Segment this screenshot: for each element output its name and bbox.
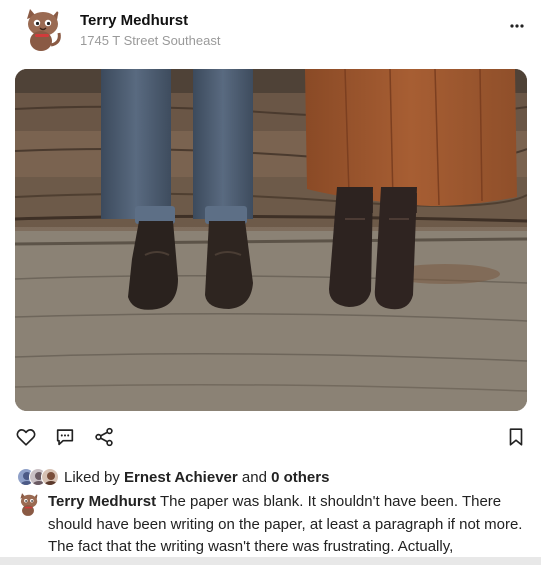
comment-icon: [56, 429, 74, 446]
caption-author-avatar[interactable]: [15, 491, 41, 517]
likes-others-link[interactable]: 0 others: [271, 469, 329, 486]
post-actions: [0, 424, 541, 452]
liker-name-link[interactable]: Ernest Achiever: [124, 469, 238, 486]
caption-author-name[interactable]: Terry Medhurst: [48, 493, 156, 510]
post-header: Terry Medhurst 1745 T Street Southeast: [0, 0, 541, 62]
liker-avatars[interactable]: [17, 467, 62, 487]
save-button[interactable]: [503, 424, 529, 450]
share-button[interactable]: [91, 424, 117, 450]
likes-text: Liked by Ernest Achiever and 0 others: [64, 469, 329, 486]
heart-icon: [16, 429, 36, 446]
comment-button[interactable]: [52, 424, 78, 450]
like-button[interactable]: [13, 424, 39, 450]
more-horizontal-icon: [510, 24, 524, 28]
likes-prefix: Liked by: [64, 468, 120, 486]
likes-joiner: and: [241, 468, 267, 486]
caption-text: Terry Medhurst The paper was blank. It s…: [48, 491, 541, 559]
avatar: [41, 468, 59, 486]
author-name[interactable]: Terry Medhurst: [80, 12, 188, 29]
more-options-button[interactable]: [507, 16, 527, 36]
post-image[interactable]: [15, 69, 527, 411]
likes-summary: Liked by Ernest Achiever and 0 others: [17, 467, 329, 487]
bottom-edge: [0, 557, 541, 565]
author-avatar[interactable]: [17, 5, 65, 53]
author-location: 1745 T Street Southeast: [80, 33, 221, 48]
bookmark-icon: [509, 428, 523, 446]
share-icon: [95, 427, 113, 447]
